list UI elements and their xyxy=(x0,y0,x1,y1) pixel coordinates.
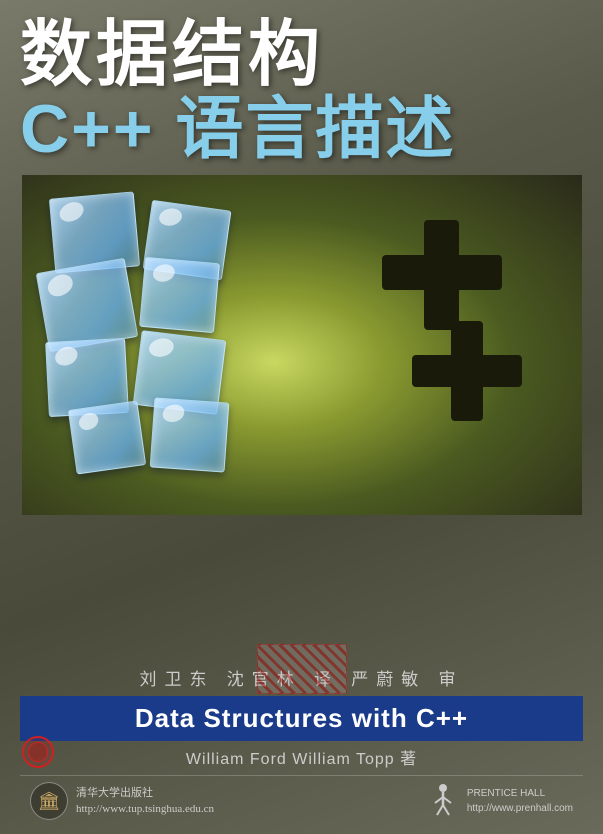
publishers-row: 🏛 清华大学出版社 http://www.tup.tsinghua.edu.cn xyxy=(20,775,583,826)
subtitle-banner: Data Structures with C++ xyxy=(20,696,583,741)
bottom-section: 刘卫东 沈官林 译 严蔚敏 审 Data Structures with C++… xyxy=(0,665,603,834)
ice-cube-8 xyxy=(149,397,229,472)
seal-outer xyxy=(22,736,54,768)
cpp-plus-shapes xyxy=(352,235,552,435)
ice-cube-7 xyxy=(67,400,145,474)
authors-line: William Ford William Topp 著 xyxy=(20,745,583,769)
title-line1: 数据结构 xyxy=(20,18,583,94)
tsinghua-name: 清华大学出版社 xyxy=(76,785,214,802)
tsinghua-logo-icon: 🏛 xyxy=(30,782,68,820)
tsinghua-url: http://www.tup.tsinghua.edu.cn xyxy=(76,801,214,818)
title-line2: C++ 语言描述 xyxy=(20,94,583,165)
tsinghua-text: 清华大学出版社 http://www.tup.tsinghua.edu.cn xyxy=(76,785,214,818)
tsinghua-seal xyxy=(22,736,54,776)
ice-cube-4 xyxy=(139,257,220,333)
prentice-hall-logo-icon xyxy=(427,782,459,820)
prentice-hall-text: PRENTICE HALL http://www.prenhall.com xyxy=(467,786,573,816)
title-section: 数据结构 C++ 语言描述 xyxy=(0,0,603,175)
publisher-prentice-hall: PRENTICE HALL http://www.prenhall.com xyxy=(427,782,573,820)
book-cover: 数据结构 C++ 语言描述 刘卫东 沈官林 译 严蔚敏 审 Data Struc… xyxy=(0,0,603,834)
prentice-hall-url: http://www.prenhall.com xyxy=(467,801,573,816)
publisher-tsinghua: 🏛 清华大学出版社 http://www.tup.tsinghua.edu.cn xyxy=(30,782,214,820)
prentice-hall-stamp xyxy=(257,644,347,694)
seal-inner xyxy=(28,742,48,762)
ice-cube-1 xyxy=(48,191,139,273)
illustration xyxy=(22,175,582,515)
plus2-vertical xyxy=(451,321,483,421)
ice-cluster xyxy=(42,195,272,485)
prentice-hall-name: PRENTICE HALL xyxy=(467,786,573,801)
plus1-vertical xyxy=(424,220,459,330)
